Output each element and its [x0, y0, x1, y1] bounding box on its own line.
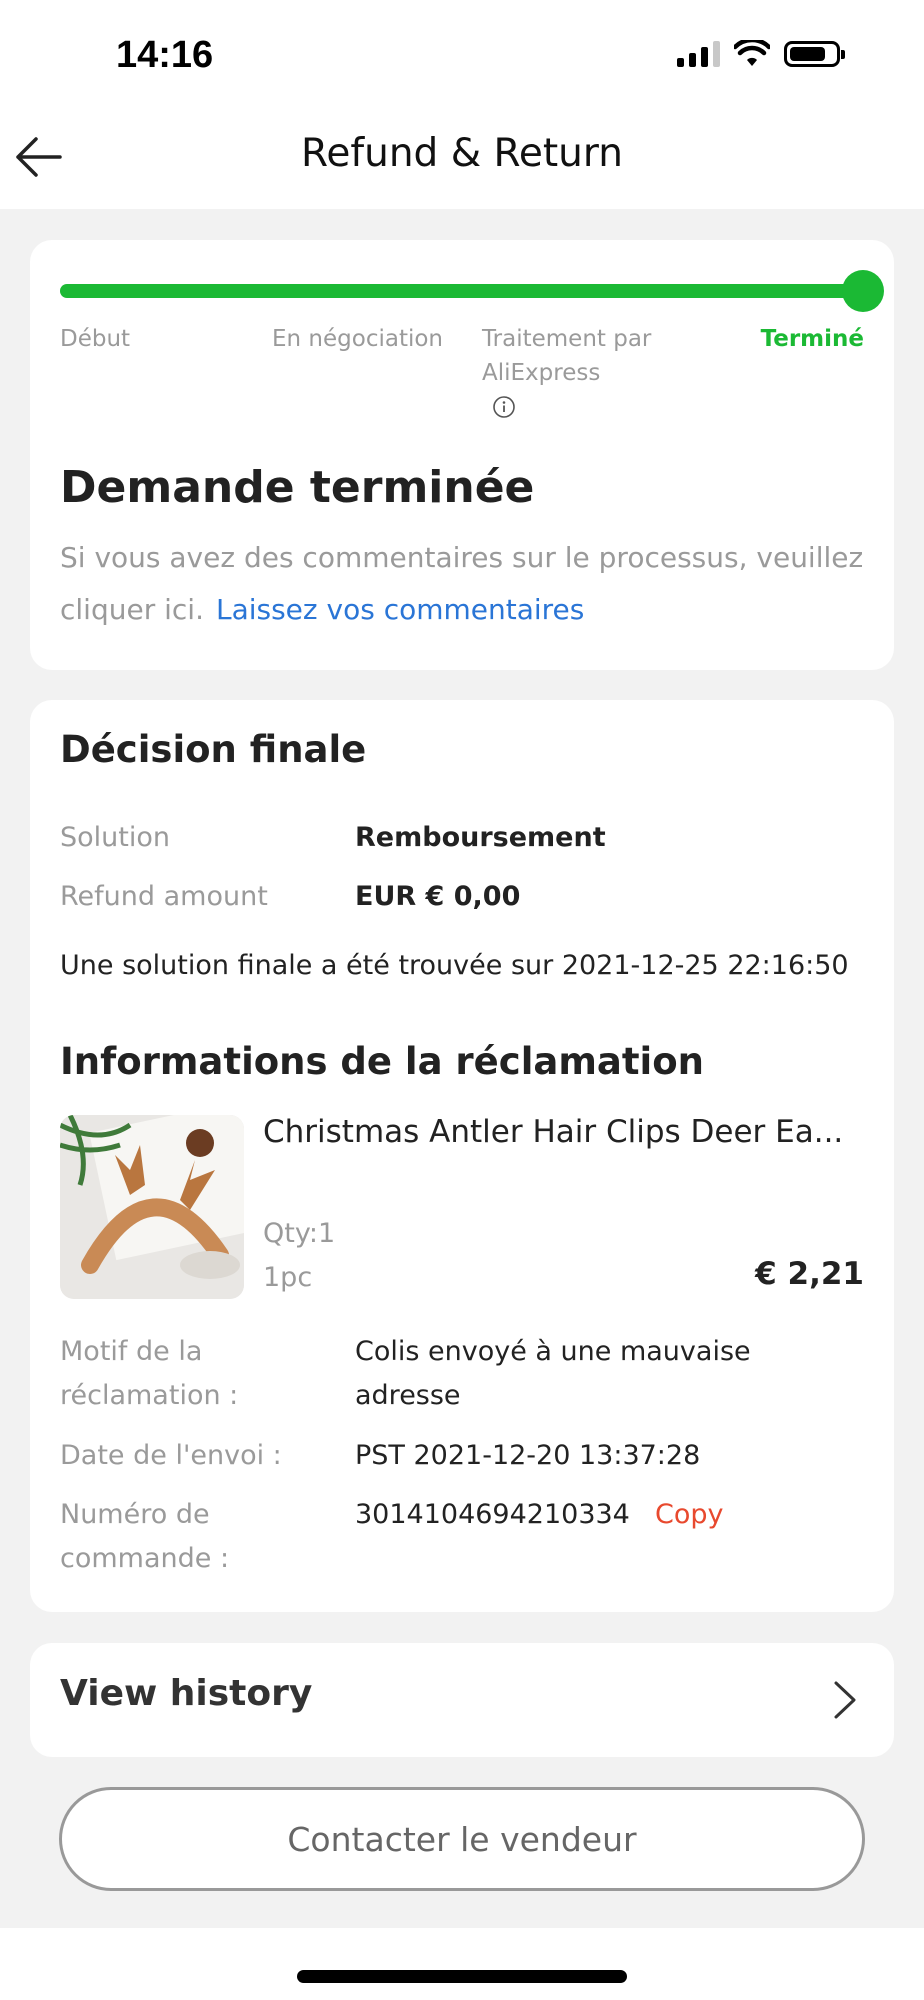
page-title: Refund & Return: [301, 131, 623, 176]
nav-bar: Refund & Return: [0, 105, 924, 209]
status-bar: 14:16: [0, 0, 924, 105]
copy-order-button[interactable]: Copy: [655, 1493, 724, 1537]
info-icon[interactable]: [492, 395, 516, 419]
product-photo: [60, 1115, 244, 1299]
product-image[interactable]: [60, 1115, 244, 1299]
refund-amount-value: EUR € 0,00: [355, 881, 521, 912]
decision-title: Décision finale: [60, 728, 367, 771]
home-indicator[interactable]: [297, 1970, 627, 1983]
contact-seller-button[interactable]: Contacter le vendeur: [59, 1787, 865, 1891]
status-card: Début En négociation Traitement par AliE…: [30, 240, 894, 670]
chevron-right-icon: [834, 1681, 856, 1719]
product-name[interactable]: Christmas Antler Hair Clips Deer Ea...: [263, 1114, 863, 1150]
solution-value: Remboursement: [355, 822, 606, 853]
feedback-link[interactable]: Laissez vos commentaires: [216, 593, 584, 626]
step-negotiation: En négociation: [272, 326, 444, 352]
ship-date-value: PST 2021-12-20 13:37:28: [355, 1440, 701, 1471]
progress-indicator: [842, 270, 884, 312]
step-completed: Terminé: [760, 326, 864, 352]
view-history-label: View history: [60, 1673, 313, 1714]
step-start: Début: [60, 326, 131, 352]
qty-text: Qty:1: [263, 1218, 336, 1249]
claim-title: Informations de la réclamation: [60, 1040, 704, 1083]
request-title: Demande terminée: [60, 462, 535, 513]
status-icons: [677, 40, 845, 68]
order-number-label: Numéro de commande :: [60, 1499, 230, 1574]
progress-bar: [60, 284, 870, 298]
solution-label: Solution: [60, 822, 170, 853]
unit-text: 1pc: [263, 1262, 313, 1293]
feedback-text: Si vous avez des commentaires sur le pro…: [60, 532, 870, 636]
order-number-value: 3014104694210334: [355, 1499, 630, 1530]
step-aliexpress-processing: Traitement par AliExpress: [482, 326, 652, 386]
cellular-signal-icon: [677, 41, 720, 67]
ship-date-label: Date de l'envoi :: [60, 1440, 282, 1471]
reason-value: Colis envoyé à une mauvaise adresse: [355, 1336, 751, 1411]
wifi-icon: [734, 40, 770, 66]
product-price: € 2,21: [755, 1256, 864, 1292]
product-qty: Qty:1 1pc: [263, 1212, 335, 1300]
bottom-area: [0, 1928, 924, 2000]
solution-note: Une solution finale a été trouvée sur 20…: [60, 950, 849, 981]
view-history-row[interactable]: View history: [30, 1643, 894, 1757]
status-time: 14:16: [116, 34, 214, 76]
refund-amount-label: Refund amount: [60, 881, 268, 912]
reason-label: Motif de la réclamation :: [60, 1336, 239, 1411]
decision-card: Décision finale Solution Remboursement R…: [30, 700, 894, 1612]
battery-icon: [784, 41, 845, 67]
